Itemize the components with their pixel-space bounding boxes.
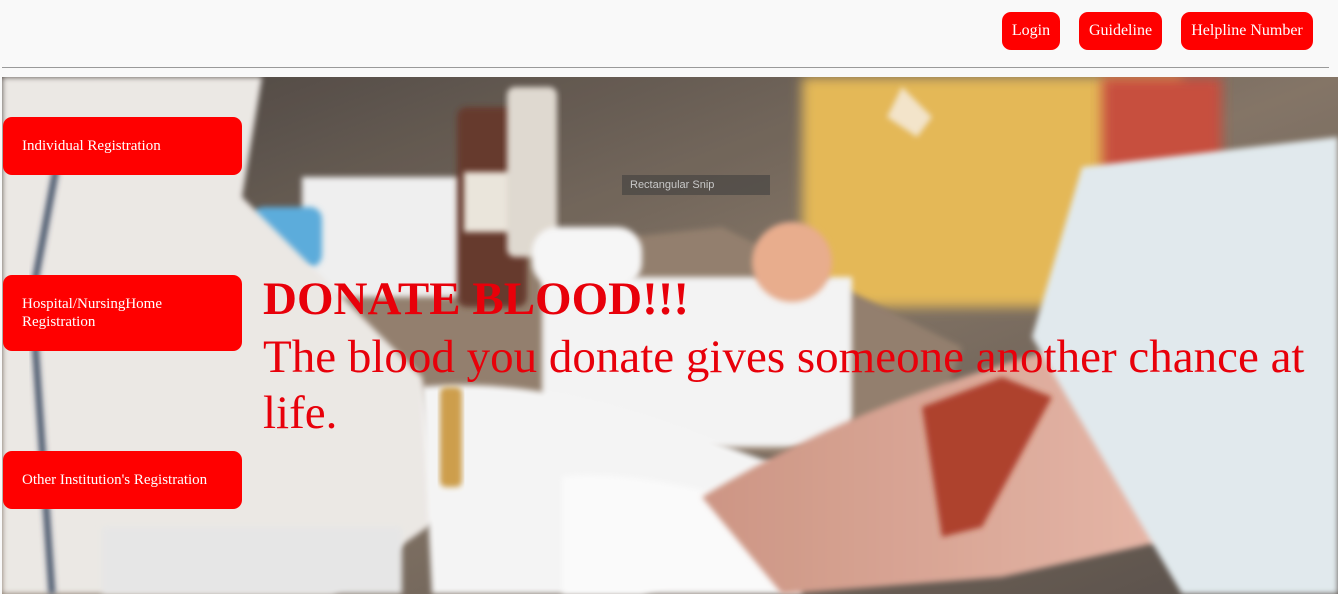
- hero-tagline: The blood you donate gives someone anoth…: [263, 331, 1305, 439]
- donate-blood-headline: DONATE BLOOD!!!: [263, 273, 690, 325]
- top-navigation-bar: Login Guideline Helpline Number: [0, 0, 1338, 68]
- helpline-number-button[interactable]: Helpline Number: [1181, 12, 1313, 50]
- hero-banner: Rectangular Snip Individual Registration…: [2, 77, 1338, 594]
- individual-registration-button[interactable]: Individual Registration: [3, 117, 242, 175]
- guideline-button[interactable]: Guideline: [1079, 12, 1162, 50]
- login-button[interactable]: Login: [1002, 12, 1060, 50]
- hospital-nursinghome-registration-button[interactable]: Hospital/NursingHome Registration: [3, 275, 242, 351]
- other-institution-registration-button[interactable]: Other Institution's Registration: [3, 451, 242, 509]
- rectangular-snip-overlay: Rectangular Snip: [622, 175, 770, 195]
- header-divider: [2, 67, 1329, 68]
